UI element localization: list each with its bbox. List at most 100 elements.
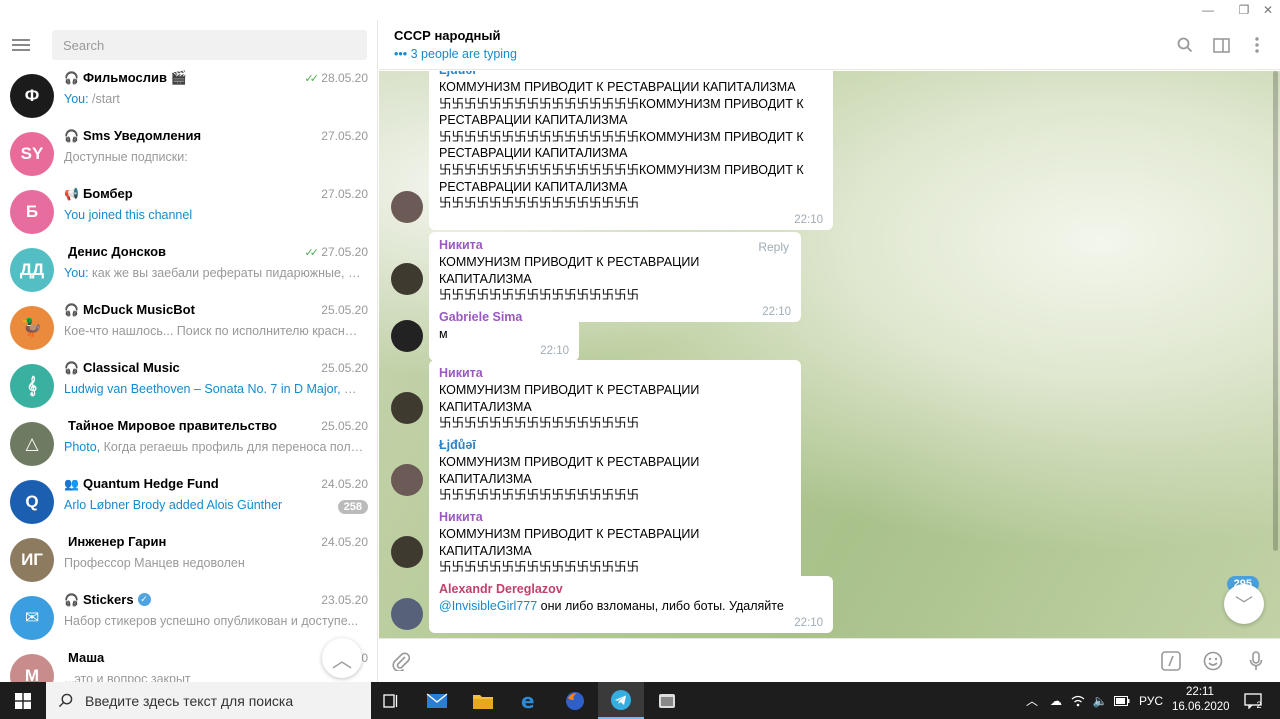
reply-button[interactable]: Reply — [758, 240, 789, 254]
message-author-avatar[interactable] — [391, 598, 423, 630]
chat-list-item[interactable]: ✉ 🎧 Stickers ✓ 23.05.20 Набор стикеров у… — [0, 590, 377, 648]
read-ticks-icon: ✓✓ — [304, 73, 320, 85]
sidebar-toggle-icon[interactable] — [1210, 34, 1232, 56]
search-input[interactable] — [52, 30, 367, 60]
attach-icon[interactable] — [389, 649, 413, 673]
chat-list-item[interactable]: М Маша 0 ...это и вопрос закрыт — [0, 648, 377, 682]
message-author[interactable]: Никита — [439, 510, 791, 524]
chat-title-text: Бомбер — [82, 186, 133, 201]
typing-status: ••• 3 people are typing — [394, 47, 517, 61]
telegram-taskbar-icon[interactable] — [598, 682, 644, 719]
chat-date: ✓✓ 28.05.20 — [304, 71, 369, 85]
message-author[interactable]: Gabriele Sima — [439, 310, 569, 324]
mention-link[interactable]: @InvisibleGirl777 — [439, 599, 537, 613]
chat-list-item[interactable]: △ Тайное Мировое правительство 25.05.20 … — [0, 416, 377, 474]
chat-preview: Photo, Когда регаешь профиль для перенос… — [64, 440, 364, 454]
chat-avatar: Ф — [10, 74, 54, 118]
chat-date: 27.05.20 — [321, 129, 368, 143]
windows-start-icon[interactable] — [0, 682, 46, 719]
microphone-icon[interactable] — [1244, 649, 1268, 673]
chat-list-item[interactable]: 𝄞 🎧 Classical Music 25.05.20 Ludwig van … — [0, 358, 377, 416]
chat-title-text: Classical Music — [82, 360, 180, 375]
chat-avatar: SY — [10, 132, 54, 176]
message-author-avatar[interactable] — [391, 464, 423, 496]
message-area[interactable]: Łjđůəī КОММУНИЗМ ПРИВОДИТ К РЕСТАВРАЦИИ … — [379, 71, 1280, 638]
chat-preview: Профессор Манцев недоволен — [64, 556, 245, 570]
chat-title-text: Тайное Мировое правительство — [68, 418, 277, 433]
search-icon — [58, 693, 73, 708]
emoji-icon[interactable] — [1201, 649, 1225, 673]
message-author[interactable]: Никита — [439, 238, 791, 252]
taskbar-search[interactable]: Введите здесь текст для поиска — [46, 682, 371, 719]
volume-icon[interactable]: 🔈 — [1090, 682, 1110, 719]
chat-date: 25.05.20 — [321, 361, 368, 375]
chat-list-item[interactable]: ДД Денис Донсков ✓✓ 27.05.20 You: как же… — [0, 242, 377, 300]
chat-date: 0 — [361, 651, 368, 665]
message-bubble[interactable]: Alexandr Dereglazov @InvisibleGirl777 он… — [429, 576, 833, 633]
message-author[interactable]: Alexandr Dereglazov — [439, 582, 823, 596]
chat-list-item[interactable]: ИГ Инженер Гарин 24.05.20 Профессор Манц… — [0, 532, 377, 590]
message-bubble[interactable]: Gabriele Sima м 22:10 — [429, 304, 579, 361]
messages-scrollbar[interactable] — [1273, 71, 1278, 551]
message-bubble[interactable]: Łjđůəī КОММУНИЗМ ПРИВОДИТ К РЕСТАВРАЦИИ … — [429, 71, 833, 230]
notifications-icon[interactable]: 2 — [1238, 682, 1268, 719]
message-author[interactable]: Никита — [439, 366, 791, 380]
chat-type-icon: 🎧 — [64, 128, 79, 143]
message-text: КОММУНИЗМ ПРИВОДИТ К РЕСТАВРАЦИИ КАПИТАЛ… — [439, 80, 804, 211]
search-icon[interactable] — [1174, 34, 1196, 56]
chat-list-item[interactable]: 🦆 🎧 McDuck MusicBot 25.05.20 Кое-что наш… — [0, 300, 377, 358]
chat-sidebar: Ф 🎧 Фильмослив 🎬 ✓✓ 28.05.20 You: /start… — [0, 20, 378, 682]
message-input[interactable] — [427, 647, 1127, 675]
chat-avatar: ИГ — [10, 538, 54, 582]
chat-type-icon: 📢 — [64, 186, 79, 201]
chat-title-text: Фильмослив 🎬 — [82, 70, 187, 85]
scroll-up-button[interactable]: ︿ — [322, 638, 362, 678]
chat-date: 27.05.20 — [321, 187, 368, 201]
edge-browser-icon[interactable]: e — [506, 682, 552, 719]
chat-preview: Кое-что нашлось... Поиск по исполнителю … — [64, 324, 364, 338]
chat-list-item[interactable]: Q 👥 Quantum Hedge Fund 24.05.20 Arlo Løb… — [0, 474, 377, 532]
restore-button[interactable]: ❐ — [1232, 0, 1256, 20]
chat-list-item[interactable]: Б 📢 Бомбер 27.05.20 You joined this chan… — [0, 184, 377, 242]
task-view-icon[interactable] — [368, 682, 414, 719]
message-author-avatar[interactable] — [391, 536, 423, 568]
app-window-icon[interactable] — [644, 682, 690, 719]
firefox-icon[interactable] — [552, 682, 598, 719]
close-button[interactable]: ✕ — [1256, 0, 1280, 20]
chat-title-text: Stickers — [82, 592, 134, 607]
battery-icon[interactable] — [1112, 682, 1132, 719]
message-text: КОММУНИЗМ ПРИВОДИТ К РЕСТАВРАЦИИ КАПИТАЛ… — [439, 255, 700, 303]
bot-commands-icon[interactable] — [1159, 649, 1183, 673]
chevron-down-icon: ﹀ — [1235, 595, 1253, 615]
wifi-icon[interactable] — [1068, 682, 1088, 719]
chat-type-icon: 🎧 — [64, 360, 79, 375]
notifications-count: 2 — [1256, 699, 1262, 710]
chat-list-item[interactable]: SY 🎧 Sms Уведомления 27.05.20 Доступные … — [0, 126, 377, 184]
language-indicator[interactable]: РУС — [1136, 682, 1166, 719]
minimize-button[interactable]: — — [1196, 0, 1220, 20]
chat-name: Маша — [64, 650, 304, 665]
file-explorer-icon[interactable] — [460, 682, 506, 719]
message-text: КОММУНИЗМ ПРИВОДИТ К РЕСТАВРАЦИИ КАПИТАЛ… — [439, 455, 700, 503]
chat-name: 📢 Бомбер — [64, 186, 304, 201]
taskbar-clock[interactable]: 22:11 16.06.2020 — [1172, 685, 1230, 715]
chat-list-item[interactable]: Ф 🎧 Фильмослив 🎬 ✓✓ 28.05.20 You: /start — [0, 68, 377, 126]
chat-title[interactable]: СССР народный — [394, 28, 500, 43]
chat-name: 🎧 Sms Уведомления — [64, 128, 304, 143]
message-author[interactable]: Łjđůəī — [439, 438, 791, 452]
svg-text:e: e — [521, 691, 535, 711]
mail-app-icon[interactable] — [414, 682, 460, 719]
message-author-avatar[interactable] — [391, 191, 423, 223]
chat-title-text: McDuck MusicBot — [82, 302, 195, 317]
message-author-avatar[interactable] — [391, 392, 423, 424]
cloud-icon[interactable]: ☁ — [1046, 682, 1066, 719]
tray-expand-icon[interactable]: ︿ — [1024, 682, 1040, 719]
scroll-down-button[interactable]: ﹀ — [1224, 584, 1264, 624]
message-time: 22:10 — [794, 616, 823, 629]
message-author-avatar[interactable] — [391, 320, 423, 352]
more-options-icon[interactable] — [1246, 34, 1268, 56]
hamburger-menu-icon[interactable] — [12, 36, 38, 56]
window-titlebar: — ❐ ✕ — [0, 0, 1280, 20]
message-author-avatar[interactable] — [391, 263, 423, 295]
message-author[interactable]: Łjđůəī — [439, 71, 823, 77]
